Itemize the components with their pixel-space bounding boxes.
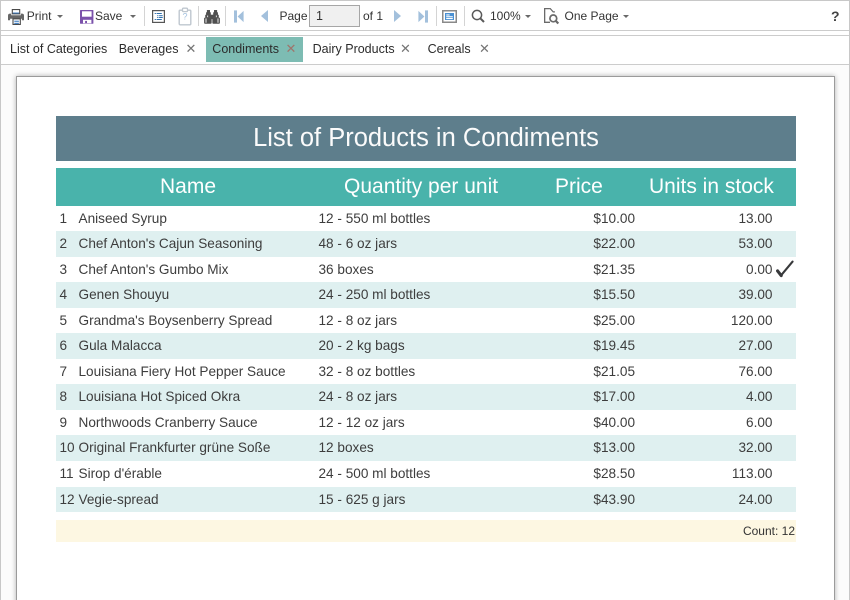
svg-text:?: ? (182, 12, 187, 22)
